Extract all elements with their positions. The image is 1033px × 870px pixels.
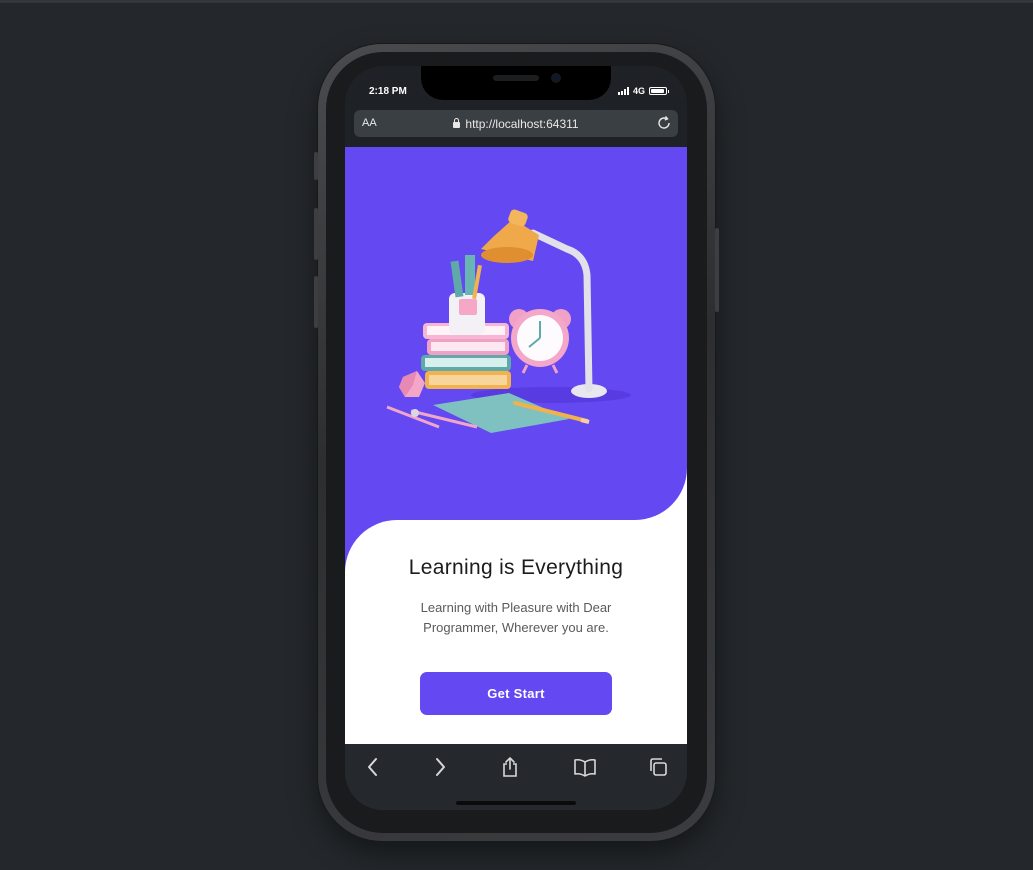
signal-icon [617,87,629,95]
get-start-button[interactable]: Get Start [420,672,612,715]
network-label: 4G [632,86,645,96]
status-indicators: 4G [617,86,669,96]
phone-screen: 2:18 PM 4G AA http://localhost:64311 Lea… [345,66,687,810]
battery-icon [649,87,669,95]
address-bar[interactable]: AA http://localhost:64311 [354,110,678,137]
url-text: http://localhost:64311 [465,117,579,131]
web-page: Learning is Everything Learning with Ple… [345,147,687,744]
speaker [493,75,539,81]
volume-down-button [314,276,318,328]
share-icon[interactable] [500,756,520,778]
page-subtitle: Learning with Pleasure with Dear Program… [420,600,612,635]
onboarding-content: Learning is Everything Learning with Ple… [345,520,687,744]
study-desk-illustration [386,209,631,433]
lock-icon [453,118,461,128]
reload-icon[interactable] [656,115,672,131]
home-indicator [456,801,576,805]
forward-icon[interactable] [432,756,448,778]
silent-switch [314,152,318,180]
front-camera [551,73,561,83]
volume-up-button [314,208,318,260]
window-top-edge [0,0,1033,3]
page-title: Learning is Everything [408,556,624,579]
back-icon[interactable] [365,756,381,778]
url-field[interactable]: http://localhost:64311 [354,117,678,131]
power-button [715,228,719,312]
notch [421,66,611,100]
hero-section [345,147,687,520]
bookmarks-icon[interactable] [573,756,597,778]
tabs-icon[interactable] [647,756,669,778]
status-time: 2:18 PM [369,86,407,97]
